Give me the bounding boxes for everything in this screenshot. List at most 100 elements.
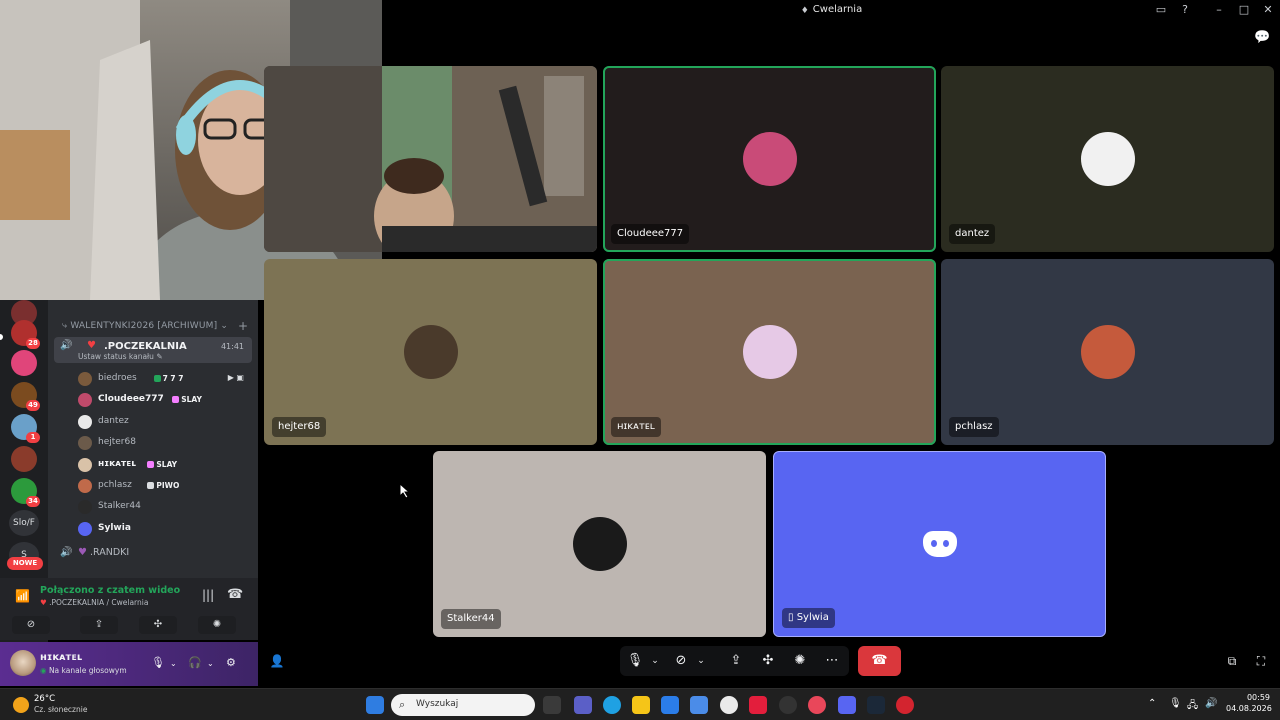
teams-icon[interactable] [574,696,592,714]
screen-share-icon[interactable]: ⇪ [727,646,745,676]
avatar [78,521,92,536]
tray-microphone-icon[interactable]: 🎙 [1169,698,1182,709]
steam-icon[interactable] [867,696,885,714]
server-icon[interactable]: 28 [11,320,40,349]
voice-member[interactable]: dantez [78,413,252,431]
chevron-down-icon[interactable]: ⌄ [648,646,662,676]
server-icon[interactable] [11,446,37,472]
member-name: hejter68 [98,437,136,448]
app-icon[interactable] [690,696,708,714]
voice-member[interactable]: Sylwia [78,520,252,538]
tag-label: PIWO [156,481,180,490]
disconnect-icon[interactable]: ☎ [227,587,243,602]
hang-up-button[interactable]: ☎ [858,646,901,676]
video-tile[interactable]: ▯ Sylwia [773,451,1106,637]
speaker-icon: 🔊 [60,547,73,558]
more-options-icon[interactable]: ⋯ [823,646,841,676]
video-tile[interactable]: hejter68 [264,259,597,445]
search-icon: ⌕ [399,698,406,711]
close-button[interactable]: ✕ [1259,3,1277,16]
app-icon[interactable] [749,696,767,714]
weather-description: Cz. słonecznie [34,705,88,714]
avatar [403,325,458,379]
server-icon[interactable]: 49 [11,382,40,411]
video-tile[interactable]: Cloudeee777 [603,66,936,252]
voice-member[interactable]: Cloudeee777 SLAY [78,391,252,409]
voice-member[interactable]: Stalker44 [78,498,252,516]
avatar[interactable] [10,650,36,676]
inbox-icon[interactable]: ▭ [1152,3,1170,16]
minimize-button[interactable]: – [1210,3,1228,16]
server-icon[interactable] [11,350,37,376]
system-clock[interactable]: 00:59 04.08.2026 [1226,693,1272,713]
server-icon[interactable]: 34 [11,478,40,507]
signal-icon[interactable]: 📶 [15,589,30,603]
app-icon[interactable] [779,696,797,714]
chat-icon[interactable]: 💬 [1254,30,1270,45]
weather-sun-icon [13,697,29,713]
camera-off-icon[interactable]: ⊘ [672,646,690,676]
set-channel-status[interactable]: Ustaw status kanału ✎ [78,352,163,361]
avatar [78,436,92,451]
taskbar-search[interactable]: ⌕ Wyszukaj [391,694,535,716]
store-icon[interactable] [661,696,679,714]
soundboard-button[interactable]: ✺ [198,616,236,634]
video-tile[interactable]: Stalker44 [433,451,766,637]
windows-taskbar: 26°C Cz. słonecznie ⌕ Wyszukaj ⌃ 🎙 🖧 🔊 0… [0,688,1280,720]
settings-gear-icon[interactable]: ⚙ [226,656,236,669]
server-icon-text[interactable]: Slo/F [9,510,39,536]
screen-share-button[interactable]: ⇪ [80,616,118,634]
chevron-down-icon[interactable]: ⌄ [170,659,177,668]
microphone-icon[interactable]: 🎙 [151,656,165,669]
user-panel: ʜɪᴋᴀᴛᴇʟ ◉ Na kanale głosowym 🎙 ⌄ 🎧 ⌄ ⚙ [0,642,258,686]
username[interactable]: ʜɪᴋᴀᴛᴇʟ [40,652,82,663]
participant-name-label: ʜɪᴋᴀᴛᴇʟ [611,417,661,437]
task-view-icon[interactable] [543,696,561,714]
video-tile[interactable]: dantez [941,66,1274,252]
maximize-button[interactable]: □ [1235,3,1253,16]
connection-channel[interactable]: ♥ .POCZEKALNIA / Cwelarnia [40,598,148,607]
camera-off-button[interactable]: ⊘ [12,616,50,634]
new-badge[interactable]: NOWE [7,557,43,570]
fullscreen-icon[interactable]: ⛶ [1252,646,1270,676]
discord-icon[interactable] [838,696,856,714]
pop-out-icon[interactable]: ⧉ [1223,646,1241,676]
opera-icon[interactable] [808,696,826,714]
voice-member[interactable]: ʜɪᴋᴀᴛᴇʟ SLAY [78,456,252,474]
category-header[interactable]: ⤷ WALENTYNKI2026 [ARCHIWUM] ⌄ + [62,319,248,333]
windows-start-icon[interactable] [366,696,384,714]
app-icon[interactable] [896,696,914,714]
edge-icon[interactable] [603,696,621,714]
member-tag: PIWO [147,481,179,490]
add-channel-icon[interactable]: + [238,319,248,333]
soundboard-icon[interactable]: ✺ [791,646,809,676]
microphone-toggle-icon[interactable]: 🎙 [626,646,644,676]
video-tile[interactable]: ʜɪᴋᴀᴛᴇʟ [603,259,936,445]
voice-member[interactable]: hejter68 [78,434,252,452]
participant-name-label: dantez [949,224,996,244]
tray-chevron-icon[interactable]: ⌃ [1148,698,1156,709]
video-tile-camera[interactable] [264,66,597,252]
video-tile[interactable]: pchlasz [941,259,1274,445]
connection-status[interactable]: Połączono z czatem wideo [40,585,180,596]
network-icon[interactable]: 🖧 [1187,698,1198,715]
file-explorer-icon[interactable] [632,696,650,714]
noise-suppression-icon[interactable]: ||| [202,588,214,602]
chevron-down-icon[interactable]: ⌄ [207,659,214,668]
chevron-down-icon[interactable]: ⌄ [694,646,708,676]
volume-icon[interactable]: 🔊 [1205,698,1217,709]
member-name: dantez [98,415,129,426]
voice-member[interactable]: biedroes 7 7 7 ▶ ▣ [78,370,252,388]
activities-icon[interactable]: ✣ [759,646,777,676]
help-icon[interactable]: ? [1176,3,1194,16]
server-icon[interactable]: 1 [11,414,40,443]
invite-user-icon[interactable]: 👤 [268,646,286,676]
app-icon[interactable] [720,696,738,714]
tag-icon [147,460,155,468]
voice-channel-poczekalnia[interactable]: 🔊 ♥ .POCZEKALNIA 41:41 Ustaw status kana… [54,337,252,363]
voice-member[interactable]: pchlasz PIWO [78,477,252,495]
activities-button[interactable]: ✣ [139,616,177,634]
headphones-icon[interactable]: 🎧 [188,656,202,669]
participant-name: hejter68 [278,421,321,432]
clock-time: 00:59 [1246,693,1270,702]
